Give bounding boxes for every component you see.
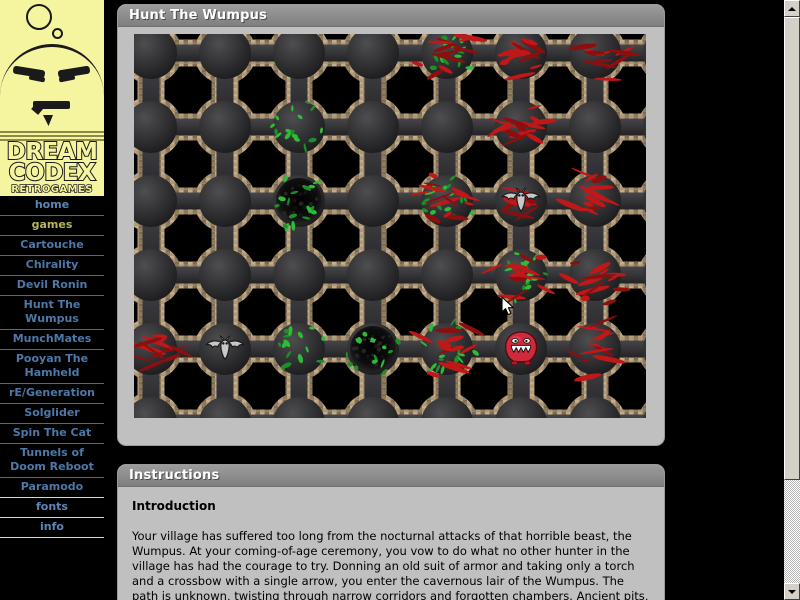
- sidebar-item-paramodo[interactable]: Paramodo: [0, 478, 104, 498]
- sidebar-item-solglider[interactable]: Solglider: [0, 404, 104, 424]
- site-logo[interactable]: DREAM CODEX RETROGAMES: [0, 0, 104, 196]
- instructions-panel: Instructions Introduction Your village h…: [117, 464, 665, 600]
- wumpus-maze-graphic[interactable]: [134, 34, 646, 418]
- sidebar-item-hunt-the-wumpus[interactable]: Hunt The Wumpus: [0, 296, 104, 330]
- instructions-paragraph: Your village has suffered too long from …: [132, 529, 649, 600]
- logo-text-retrogames: RETROGAMES: [11, 184, 94, 196]
- sidebar-item-home[interactable]: home: [0, 196, 104, 216]
- scroll-down-button[interactable]: [784, 583, 800, 600]
- instructions-panel-header: Instructions: [118, 465, 664, 487]
- game-panel: Hunt The Wumpus: [117, 4, 665, 446]
- scrollbar-thumb[interactable]: [784, 17, 800, 480]
- sidebar-item-devil-ronin[interactable]: Devil Ronin: [0, 276, 104, 296]
- scroll-down-arrow-icon: [788, 589, 796, 594]
- instructions-body: Introduction Your village has suffered t…: [118, 487, 664, 600]
- sidebar-item-chirality[interactable]: Chirality: [0, 256, 104, 276]
- sidebar-item-cartouche[interactable]: Cartouche: [0, 236, 104, 256]
- instructions-title: Instructions: [129, 468, 220, 483]
- sidebar-item-pooyan-the-hamheld[interactable]: Pooyan The Hamheld: [0, 350, 104, 384]
- logo-bubble-large-icon: [26, 4, 52, 30]
- scrollbar-track[interactable]: [784, 17, 800, 583]
- game-canvas[interactable]: [134, 34, 646, 418]
- sidebar-item-re-generation[interactable]: rE/Generation: [0, 384, 104, 404]
- browser-page: DREAM CODEX RETROGAMES home games Cartouch…: [0, 0, 800, 600]
- page-title: Hunt The Wumpus: [129, 8, 268, 23]
- logo-head-outline-icon: [0, 44, 104, 136]
- logo-wordmark: DREAM CODEX RETROGAMES: [0, 139, 104, 196]
- logo-face-icon: [0, 0, 104, 136]
- game-panel-header: Hunt The Wumpus: [118, 5, 664, 27]
- sidebar-nav: home games Cartouche Chirality Devil Ronin Hu…: [0, 196, 104, 538]
- sidebar-item-spin-the-cat[interactable]: Spin The Cat: [0, 424, 104, 444]
- scroll-up-arrow-icon: [788, 6, 796, 11]
- logo-text-codex: CODEX: [8, 160, 97, 187]
- page-scrollbar[interactable]: [783, 0, 800, 600]
- sidebar-item-tunnels-of-doom-reboot[interactable]: Tunnels of Doom Reboot: [0, 444, 104, 478]
- instructions-subtitle: Introduction: [132, 499, 216, 513]
- sidebar-item-fonts[interactable]: fonts: [0, 498, 104, 518]
- sidebar-item-games[interactable]: games: [0, 216, 104, 236]
- sidebar-item-info[interactable]: info: [0, 518, 104, 538]
- logo-bubble-small-icon: [52, 28, 63, 39]
- sidebar-item-munchmates[interactable]: MunchMates: [0, 330, 104, 350]
- scroll-up-button[interactable]: [784, 0, 800, 17]
- sidebar: DREAM CODEX RETROGAMES home games Cartouch…: [0, 0, 104, 600]
